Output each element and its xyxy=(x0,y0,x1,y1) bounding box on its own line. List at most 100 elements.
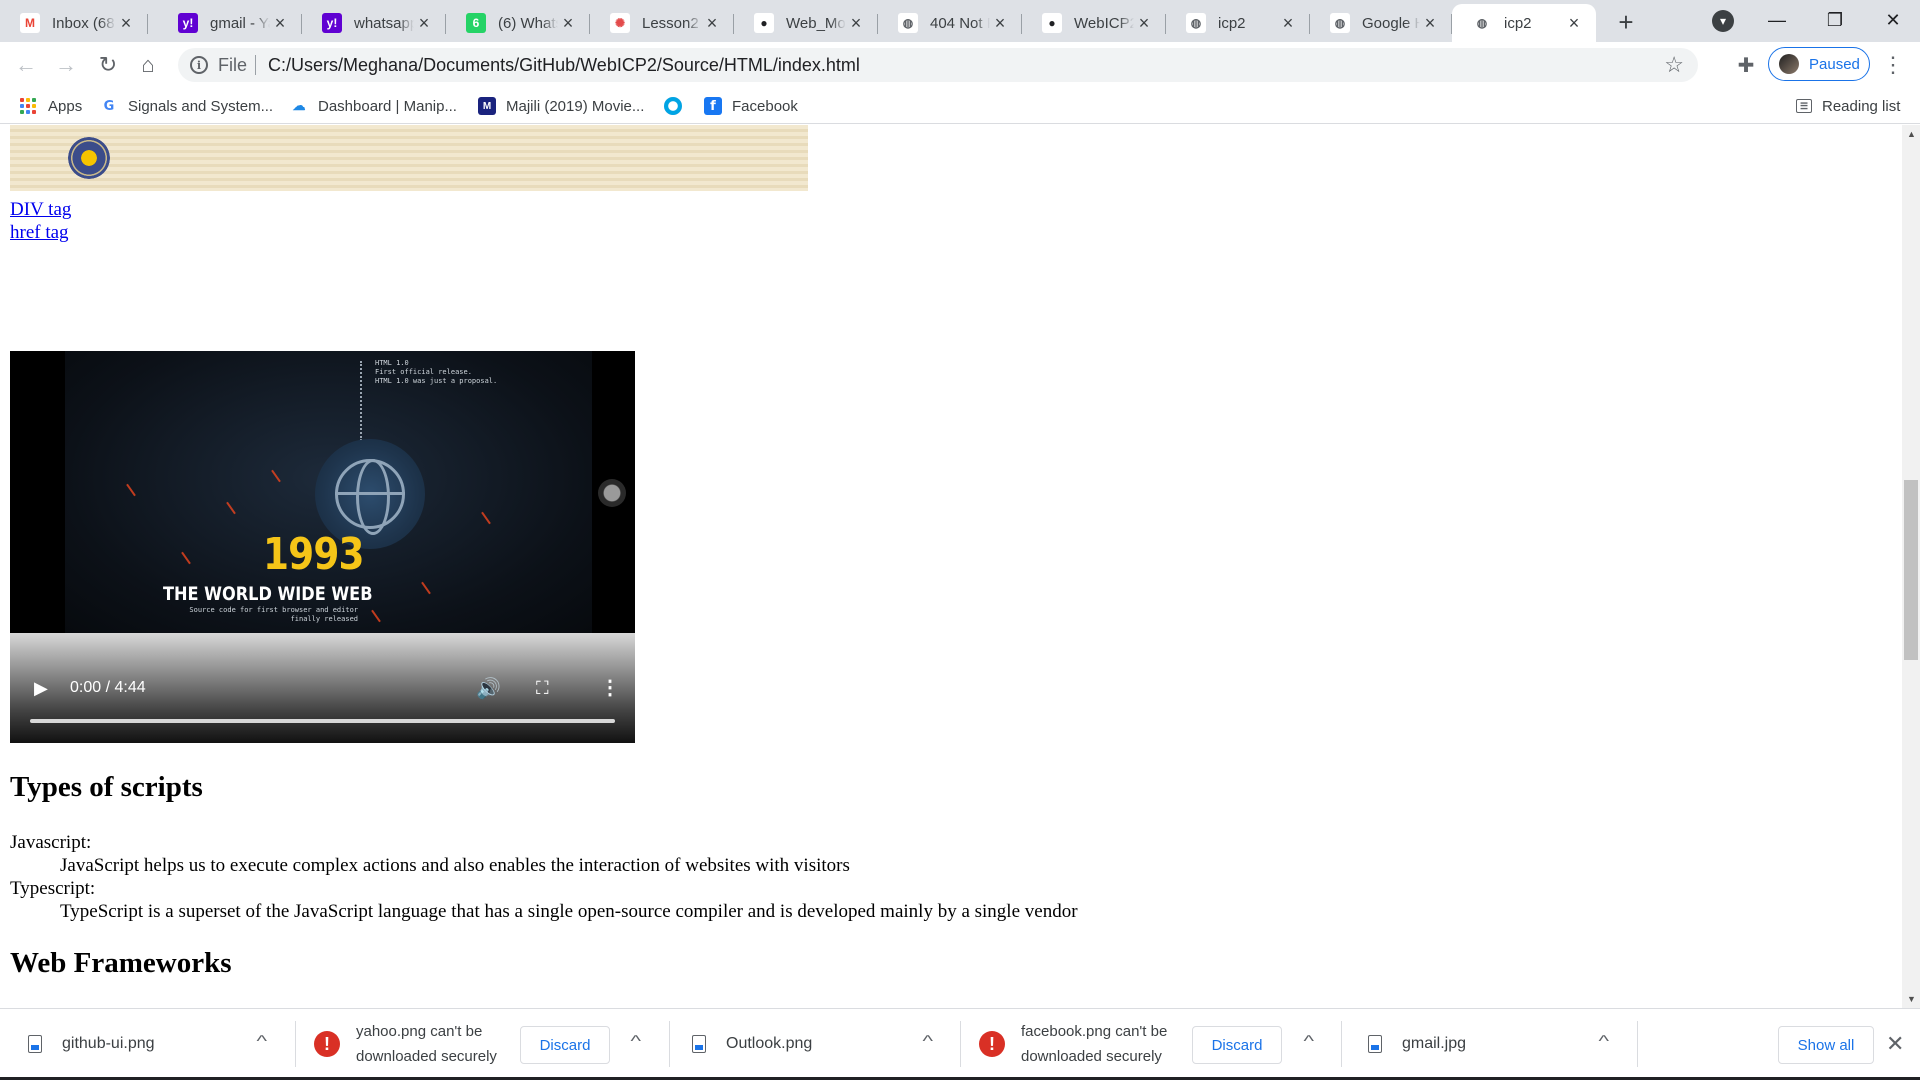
globe-icon: ◍ xyxy=(1186,13,1206,33)
close-tab-icon[interactable]: × xyxy=(414,13,434,33)
bookmark-signals[interactable]: G Signals and System... xyxy=(100,95,273,117)
tab[interactable]: y! gmail - Ya × xyxy=(158,4,302,42)
close-tab-icon[interactable]: × xyxy=(558,13,578,33)
close-tab-icon[interactable]: × xyxy=(990,13,1010,33)
forward-arrow-icon[interactable]: → xyxy=(52,51,80,79)
chevron-up-icon[interactable]: ^ xyxy=(630,1033,641,1051)
bookmark-facebook[interactable]: f Facebook xyxy=(704,95,798,117)
video-player[interactable]: HTML 1.0 First official release. HTML 1.… xyxy=(10,351,635,743)
scripts-list: Javascript: JavaScript helps us to execu… xyxy=(10,831,1078,923)
extensions-puzzle-icon[interactable]: ✚ xyxy=(1733,52,1759,78)
volume-icon[interactable]: 🔊 xyxy=(476,676,501,701)
close-tab-icon[interactable]: × xyxy=(1278,13,1298,33)
spark-decoration xyxy=(481,511,491,525)
show-all-downloads-button[interactable]: Show all xyxy=(1778,1026,1874,1064)
chevron-up-icon[interactable]: ^ xyxy=(1598,1033,1609,1051)
profile-button[interactable]: Paused xyxy=(1768,47,1870,81)
tab[interactable]: 6 (6) Whats × xyxy=(446,4,590,42)
close-tab-icon[interactable]: × xyxy=(270,13,290,33)
bookmark-majili[interactable]: M Majili (2019) Movie... xyxy=(478,95,644,117)
reading-list-label: Reading list xyxy=(1822,97,1901,115)
tab[interactable]: y! whatsapp × xyxy=(302,4,446,42)
scrollbar-thumb[interactable] xyxy=(1904,480,1918,660)
profile-status: Paused xyxy=(1809,55,1860,73)
tab-title: gmail - Ya xyxy=(210,14,270,32)
tab[interactable]: M Inbox (68 × xyxy=(0,4,148,42)
tab-title: Google H xyxy=(1362,14,1420,32)
video-caption-subtitle: Source code for first browser and editor… xyxy=(189,606,358,623)
tab-search-icon[interactable]: ▾ xyxy=(1712,10,1734,32)
yahoo-icon: y! xyxy=(178,13,198,33)
script-term: Typescript: xyxy=(10,878,96,899)
close-tab-icon[interactable]: × xyxy=(702,13,722,33)
url-text[interactable]: C:/Users/Meghana/Documents/GitHub/WebICP… xyxy=(268,55,1664,76)
tab[interactable]: ◍ icp2 × xyxy=(1166,4,1310,42)
tab[interactable]: ◍ 404 Not F × xyxy=(878,4,1022,42)
browser-menu-icon[interactable]: ⋮ xyxy=(1880,52,1906,78)
tab[interactable]: ◍ Google H × xyxy=(1310,4,1452,42)
bookmark-dashboard[interactable]: ☁ Dashboard | Manip... xyxy=(290,95,457,117)
href-tag-link[interactable]: href tag xyxy=(10,221,71,244)
download-item[interactable]: Outlook.png ^ xyxy=(670,1009,960,1079)
play-icon[interactable]: ▶ xyxy=(34,678,48,699)
file-icon xyxy=(692,1035,706,1053)
spark-decoration xyxy=(181,551,191,565)
page-scrollbar[interactable]: ▲ ▼ xyxy=(1902,125,1920,1008)
div-tag-link[interactable]: DIV tag xyxy=(10,198,71,221)
bookmark-star-icon[interactable]: ☆ xyxy=(1664,52,1684,78)
spark-decoration xyxy=(421,581,431,595)
file-icon xyxy=(28,1035,42,1053)
more-options-icon[interactable]: ⋮ xyxy=(600,675,620,700)
header-banner-image xyxy=(10,125,808,191)
google-icon: G xyxy=(103,98,115,114)
script-description: JavaScript helps us to execute complex a… xyxy=(60,855,850,876)
close-tab-icon[interactable]: × xyxy=(846,13,866,33)
scroll-down-arrow-icon[interactable]: ▼ xyxy=(1907,994,1916,1004)
tab-title: 404 Not F xyxy=(930,14,990,32)
discard-button[interactable]: Discard xyxy=(520,1026,610,1064)
video-time: 0:00 / 4:44 xyxy=(70,679,146,696)
bookmark-apps[interactable]: Apps xyxy=(20,95,82,117)
gmail-icon: M xyxy=(20,13,40,33)
chevron-up-icon[interactable]: ^ xyxy=(1303,1033,1314,1051)
chevron-up-icon[interactable]: ^ xyxy=(256,1033,267,1051)
tab[interactable]: ◍ icp2 × xyxy=(1452,4,1596,42)
circle-logo-icon xyxy=(664,97,682,115)
tab-strip: M Inbox (68 × y! gmail - Ya × y! whatsapp × 6 (6) … xyxy=(0,0,1920,42)
close-tab-icon[interactable]: × xyxy=(116,13,136,33)
scroll-up-arrow-icon[interactable]: ▲ xyxy=(1907,129,1916,139)
site-info-icon[interactable]: i xyxy=(190,56,208,74)
fullscreen-icon[interactable]: ⛶ xyxy=(536,678,549,699)
download-item[interactable]: github-ui.png ^ xyxy=(0,1009,295,1079)
yahoo-icon: y! xyxy=(322,13,342,33)
bookmark-unnamed[interactable] xyxy=(664,95,692,117)
close-window-icon[interactable]: ✕ xyxy=(1864,0,1920,40)
bookmark-label: Signals and System... xyxy=(128,97,274,115)
address-bar[interactable]: i File C:/Users/Meghana/Documents/GitHub… xyxy=(178,48,1698,82)
reload-icon[interactable]: ↻ xyxy=(94,51,122,79)
close-tab-icon[interactable]: × xyxy=(1564,13,1584,33)
tab[interactable]: ✺ Lesson2 I × xyxy=(590,4,734,42)
tab[interactable]: ● Web_Mol × xyxy=(734,4,878,42)
restore-icon[interactable]: ❐ xyxy=(1806,0,1864,40)
back-arrow-icon[interactable]: ← xyxy=(12,51,40,79)
tab-title: Inbox (68 xyxy=(52,14,115,32)
download-item[interactable]: gmail.jpg ^ xyxy=(1342,1009,1637,1079)
download-warning-text: yahoo.png can't be downloaded securely xyxy=(356,1023,497,1065)
file-icon xyxy=(1368,1035,1382,1053)
download-item-warning[interactable]: ! facebook.png can't be downloaded secur… xyxy=(961,1009,1341,1079)
tab-title: icp2 xyxy=(1504,14,1532,32)
reading-list-button[interactable]: ☰ Reading list xyxy=(1796,95,1900,117)
home-icon[interactable]: ⌂ xyxy=(134,51,162,79)
tab[interactable]: ● WebICP2 × xyxy=(1022,4,1166,42)
close-shelf-icon[interactable]: ✕ xyxy=(1886,1031,1904,1057)
chevron-up-icon[interactable]: ^ xyxy=(922,1033,933,1051)
video-progress-bar[interactable] xyxy=(30,719,615,723)
close-tab-icon[interactable]: × xyxy=(1134,13,1154,33)
close-tab-icon[interactable]: × xyxy=(1420,13,1440,33)
discard-button[interactable]: Discard xyxy=(1192,1026,1282,1064)
minimize-icon[interactable]: — xyxy=(1748,0,1806,40)
spark-decoration xyxy=(126,483,136,497)
download-item-warning[interactable]: ! yahoo.png can't be downloaded securely… xyxy=(296,1009,669,1079)
new-tab-button[interactable]: + xyxy=(1612,7,1640,37)
